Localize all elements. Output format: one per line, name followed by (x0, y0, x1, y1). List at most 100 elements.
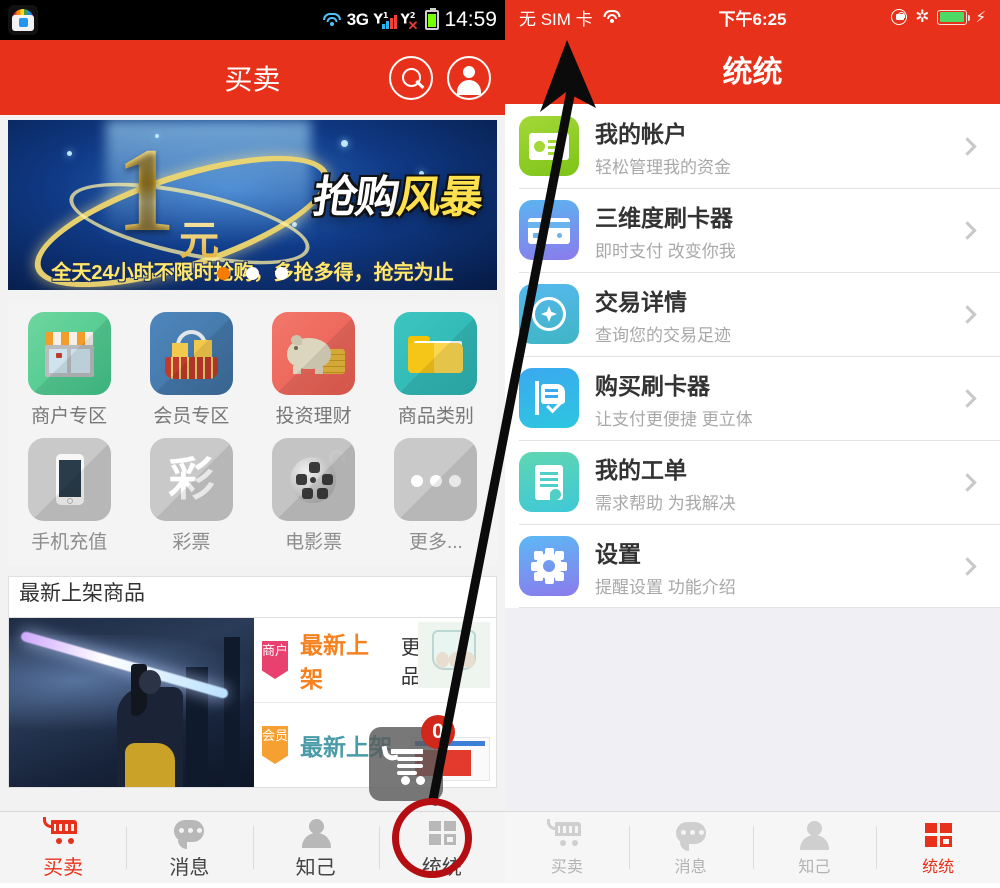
search-icon[interactable] (389, 55, 433, 100)
section-header: 最新上架商品 (8, 576, 497, 618)
left-phone-screen: 3G Y1 Y2 ✕ 14:59 买卖 1 元 抢购风暴 商户专区 会员专区 投… (0, 0, 505, 883)
lottery-icon: 彩 (149, 438, 233, 521)
chevron-right-icon (958, 220, 977, 240)
cart-tab-icon (43, 816, 83, 848)
grid-item-more[interactable]: 更多... (375, 434, 497, 560)
carousel-dot-3[interactable] (275, 267, 288, 280)
message-bubble-tab-icon (169, 816, 209, 849)
grid-item-label: 会员专区 (153, 406, 230, 427)
grid-item-member-zone[interactable]: 会员专区 (130, 308, 252, 434)
message-bubble-tab-icon (671, 818, 711, 851)
tab-label: 知己 (295, 856, 336, 879)
list-item-card-reader[interactable]: 三维度刷卡器 即时支付 改变你我 (505, 188, 1000, 272)
ribbon-label: 商户 (262, 643, 289, 658)
piggy-bank-icon (272, 312, 356, 395)
buy-reader-icon (519, 368, 579, 428)
ios-status-bar: 无 SIM 卡 下午6:25 ✲ ⚡ (505, 0, 1000, 34)
tab-buysell[interactable]: 买卖 (505, 812, 629, 883)
banner-logo-left: 抢购 (310, 172, 402, 222)
app-store-bag-icon (8, 5, 38, 35)
list-item-trade-detail[interactable]: 交易详情 查询您的交易足迹 (505, 272, 1000, 356)
android-app-header: 买卖 (0, 40, 505, 115)
work-order-icon (519, 452, 579, 512)
carousel-dot-2[interactable] (246, 267, 259, 280)
list-item-subtitle: 提醒设置 功能介绍 (595, 577, 736, 597)
battery-charging-icon (937, 9, 971, 25)
person-tab-icon (296, 816, 336, 848)
chevron-right-icon (958, 556, 977, 576)
grid-item-product-category[interactable]: 商品类别 (375, 308, 497, 434)
user-account-icon[interactable] (447, 55, 491, 100)
right-phone-screen: 无 SIM 卡 下午6:25 ✲ ⚡ 统统 我的帐户 轻松管理我的资金 三维度刷… (505, 0, 1000, 883)
grid-row-1: 商户专区 会员专区 投资理财 商品类别 (8, 308, 497, 434)
gear-icon (519, 536, 579, 596)
product-row-merchant[interactable]: 商户 最新上架 更多奢华品牌 (254, 618, 496, 702)
grid-item-label: 更多... (408, 532, 463, 553)
grid-item-movie-ticket[interactable]: 电影票 (253, 434, 375, 560)
list-item-title: 交易详情 (595, 288, 687, 315)
list-item-buy-reader[interactable]: 购买刷卡器 让支付更便捷 更立体 (505, 356, 1000, 440)
grid-item-label: 电影票 (285, 532, 343, 553)
grid-tab-icon (422, 816, 462, 848)
grid-item-investment[interactable]: 投资理财 (253, 308, 375, 434)
tab-messages[interactable]: 消息 (628, 812, 753, 883)
battery-icon (425, 8, 440, 30)
merchant-ribbon-badge: 商户 (262, 641, 288, 679)
status-time: 14:59 (444, 8, 497, 31)
tab-all[interactable]: 统统 (876, 812, 1000, 883)
grid-item-label: 商户专区 (31, 406, 108, 427)
tab-label: 统统 (922, 859, 955, 876)
list-item-subtitle: 即时支付 改变你我 (595, 241, 736, 261)
account-card-icon (519, 116, 579, 176)
tab-messages[interactable]: 消息 (126, 812, 252, 883)
chevron-right-icon (958, 304, 977, 324)
list-item-settings[interactable]: 设置 提醒设置 功能介绍 (505, 524, 1000, 608)
tab-label: 知己 (798, 859, 831, 876)
tab-friends[interactable]: 知己 (752, 812, 877, 883)
page-title: 统统 (722, 56, 783, 89)
tab-label: 买卖 (550, 859, 583, 876)
grid-item-label: 手机充值 (31, 532, 108, 553)
list-item-title: 购买刷卡器 (595, 372, 710, 399)
product-row-label: 最新上架 (300, 632, 369, 692)
list-item-title: 设置 (595, 540, 641, 567)
tab-friends[interactable]: 知己 (252, 812, 379, 883)
tab-label: 统统 (421, 856, 462, 879)
chevron-right-icon (958, 472, 977, 492)
android-status-bar: 3G Y1 Y2 ✕ 14:59 (0, 0, 505, 40)
floating-cart-button[interactable]: 0 (369, 715, 455, 801)
egg-steamer-thumbnail (418, 622, 490, 688)
banner-logo-right: 风暴 (394, 172, 486, 222)
grid-item-lottery[interactable]: 彩 彩票 (130, 434, 252, 560)
cart-badge-count: 0 (421, 715, 455, 749)
shopping-cart-icon (381, 743, 429, 785)
list-item-subtitle: 让支付更便捷 更立体 (595, 409, 753, 429)
tab-buysell[interactable]: 买卖 (0, 812, 126, 883)
list-item-title: 我的帐户 (595, 120, 687, 147)
game-artwork-thumbnail[interactable] (9, 618, 254, 787)
carousel-dot-1[interactable] (217, 267, 230, 280)
left-tabbar: 买卖 消息 知己 统统 (0, 811, 505, 883)
list-item-my-account[interactable]: 我的帐户 轻松管理我的资金 (505, 104, 1000, 188)
tab-all[interactable]: 统统 (378, 812, 505, 883)
carousel-dots[interactable] (8, 267, 497, 280)
rotation-lock-icon (891, 9, 908, 25)
promo-banner-carousel[interactable]: 1 元 抢购风暴 全天24小时不限时抢购，多抢多得，抢完为止 (8, 120, 497, 290)
list-item-title: 三维度刷卡器 (595, 204, 733, 231)
network-type-label: 3G (346, 10, 369, 29)
signal-sim1-icon: Y1 (373, 11, 398, 29)
mobile-phone-icon (27, 438, 111, 521)
list-item-subtitle: 轻松管理我的资金 (595, 157, 731, 177)
right-tabbar: 买卖 消息 知己 统统 (505, 811, 1000, 883)
banner-price-number: 1 (115, 123, 176, 257)
credit-card-icon (519, 200, 579, 260)
grid-item-label: 彩票 (172, 532, 211, 553)
list-item-work-order[interactable]: 我的工单 需求帮助 为我解决 (505, 440, 1000, 524)
settings-list: 我的帐户 轻松管理我的资金 三维度刷卡器 即时支付 改变你我 交易详情 查询您的… (505, 104, 1000, 608)
grid-item-merchant-zone[interactable]: 商户专区 (8, 308, 130, 434)
chevron-right-icon (958, 136, 977, 156)
tab-label: 消息 (674, 859, 707, 876)
grid-item-mobile-recharge[interactable]: 手机充值 (8, 434, 130, 560)
trade-detail-icon (519, 284, 579, 344)
ios-nav-header: 统统 (505, 34, 1000, 104)
